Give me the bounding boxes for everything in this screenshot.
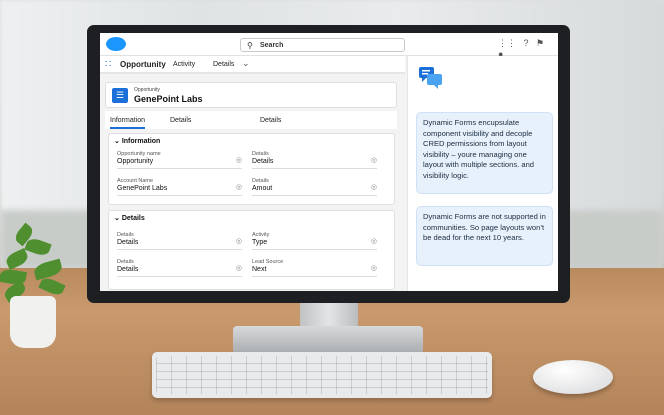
edit-pencil-icon[interactable]: ◎ [236,237,242,245]
mouse [533,360,613,394]
edit-pencil-icon[interactable]: ◎ [371,183,377,191]
field-details: Details Details ◎ [117,232,242,250]
section-details: ⌄ Details Details Details ◎ Activity Typ… [108,210,395,290]
record-type-icon: ☰ [112,88,128,103]
salesforce-logo-icon[interactable] [106,37,126,51]
chat-panel: Dynamic Forms encupsulate component visi… [407,56,558,291]
field-opportunity-name: Opportunity name Opportunity ◎ [117,151,242,169]
nav-item-details[interactable]: Details [213,61,234,68]
search-input[interactable]: ⚲ Search [240,38,405,52]
edit-pencil-icon[interactable]: ◎ [236,156,242,164]
keyboard [152,352,492,398]
edit-pencil-icon[interactable]: ◎ [236,264,242,272]
search-placeholder: Search [260,42,284,49]
help-icon[interactable]: ? [524,38,529,48]
record-name: GenePoint Labs [134,94,203,104]
field-details-2: Details Details ◎ [117,259,242,277]
tab-details-2[interactable]: Details [260,117,281,124]
field-details: Details Details ◎ [252,151,377,169]
field-lead-source: Lead Source Next ◎ [252,259,377,277]
record-page: ☰ Opportunity GenePoint Labs Information… [100,74,405,291]
section-title[interactable]: ⌄ Details [114,214,145,222]
edit-pencil-icon[interactable]: ◎ [371,237,377,245]
notification-bell-icon[interactable]: ⚑ [536,38,544,48]
chat-message: Dynamic Forms are not supported in commu… [416,206,553,266]
record-subtitle: Opportunity [134,87,160,93]
nav-item-activity[interactable]: Activity [173,61,195,68]
search-icon: ⚲ [247,41,253,50]
record-header: ☰ Opportunity GenePoint Labs [105,82,397,108]
edit-pencil-icon[interactable]: ◎ [371,264,377,272]
tab-details[interactable]: Details [170,117,191,124]
section-title[interactable]: ⌄ Information [114,137,160,145]
edit-pencil-icon[interactable]: ◎ [236,183,242,191]
section-information: ⌄ Information Opportunity name Opportuni… [108,133,395,205]
monitor-base [233,326,423,354]
tab-information[interactable]: Information [110,117,146,129]
field-type: Activity Type ◎ [252,232,377,250]
chat-message: Dynamic Forms encupsulate component visi… [416,112,553,194]
screen: ⚲ Search ⋮⋮ ? ⚑ ● ∷ Opportunity Activity… [100,33,558,291]
app-grid-icon[interactable]: ∷ [105,59,111,70]
global-header: ⚲ Search ⋮⋮ ? ⚑ ● [100,33,558,59]
field-account-name: Account Name GenePoint Labs ◎ [117,178,242,196]
field-amount: Details Amout ◎ [252,178,377,196]
record-tabs: Information Details Details [105,111,397,129]
app-name: Opportunity [120,60,166,69]
chat-bubbles-icon [419,67,442,89]
chevron-down-icon[interactable]: ⌄ [242,58,250,69]
edit-pencil-icon[interactable]: ◎ [371,156,377,164]
app-launcher-icon[interactable]: ⋮⋮ [498,38,516,48]
app-navbar: ∷ Opportunity Activity Details ⌄ [100,56,405,74]
